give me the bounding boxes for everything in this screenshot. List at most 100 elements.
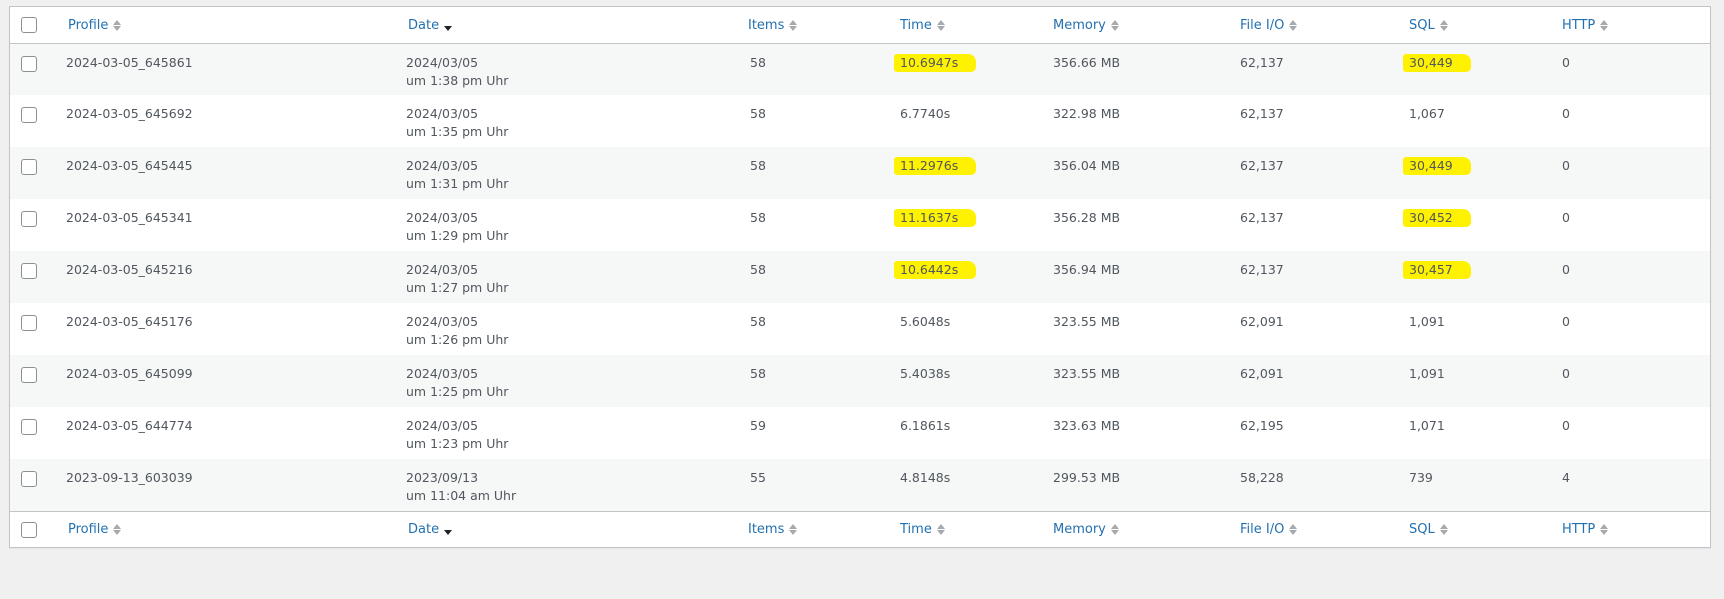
file-io-value: 62,137 [1240, 54, 1284, 70]
cell-profile: 2024-03-05_645099 [60, 355, 400, 407]
row-checkbox[interactable] [21, 55, 37, 72]
table-row: 2024-03-05_645099 2024/03/05 um 1:25 pm Uh… [10, 355, 1710, 407]
sort-http-link[interactable]: HTTP [1562, 522, 1609, 537]
http-value: 0 [1562, 158, 1570, 173]
cell-memory: 356.28 MB [1045, 199, 1232, 251]
sort-http-link[interactable]: HTTP [1562, 17, 1609, 33]
footer-column-file-io: File I/O [1232, 510, 1401, 547]
sort-profile-link[interactable]: Profile [68, 17, 122, 33]
column-label: SQL [1409, 17, 1435, 33]
profile-id: 2024-03-05_645692 [66, 106, 193, 121]
cell-time: 6.7740s [892, 95, 1045, 147]
row-checkbox[interactable] [21, 419, 37, 435]
items-value: 58 [750, 366, 766, 381]
row-checkbox[interactable] [21, 315, 37, 331]
column-label: Profile [68, 522, 109, 538]
column-label: Profile [68, 17, 109, 33]
column-label: File I/O [1240, 17, 1285, 33]
cell-sql: 1,091 [1401, 355, 1554, 407]
sort-profile-link[interactable]: Profile [68, 522, 122, 538]
profile-id: 2024-03-05_644774 [66, 418, 193, 433]
table-row: 2024-03-05_644774 2024/03/05 um 1:23 pm Uh… [10, 407, 1710, 459]
footer-column-memory: Memory [1045, 510, 1232, 547]
sort-arrows-icon [113, 524, 122, 536]
sort-sql-link[interactable]: SQL [1409, 18, 1448, 33]
sort-date-link[interactable]: Date [408, 18, 453, 33]
sort-file-io-link[interactable]: File I/O [1240, 522, 1298, 537]
cell-date: 2024/03/05 um 1:27 pm Uhr [400, 251, 740, 303]
memory-value: 356.94 MB [1053, 262, 1121, 277]
sort-items-link[interactable]: Items [748, 522, 798, 537]
file-io-value: 62,137 [1240, 158, 1284, 173]
items-value: 58 [750, 314, 766, 329]
time-of-day-value: um 1:23 pm Uhr [406, 436, 509, 451]
sort-time-link[interactable]: Time [900, 18, 945, 33]
profile-id: 2024-03-05_645861 [66, 54, 193, 70]
column-profile: Profile [60, 7, 400, 44]
sort-memory-link[interactable]: Memory [1053, 522, 1119, 537]
cell-file-io: 62,137 [1232, 95, 1401, 147]
row-checkbox[interactable] [21, 471, 37, 487]
time-value: 11.1637s [894, 209, 977, 227]
cell-file-io: 62,137 [1232, 251, 1401, 303]
cell-sql: 30,449 [1401, 147, 1554, 199]
sort-file-io-link[interactable]: File I/O [1240, 17, 1298, 33]
row-checkbox[interactable] [21, 367, 37, 383]
sql-value: 1,091 [1409, 314, 1445, 329]
select-all-checkbox[interactable] [21, 17, 37, 33]
column-http: HTTP [1554, 7, 1710, 44]
cell-http: 0 [1554, 407, 1710, 459]
footer-column-profile: Profile [60, 510, 400, 547]
sort-arrows-icon [1289, 19, 1298, 31]
sort-items-link[interactable]: Items [748, 18, 798, 33]
cell-http: 0 [1554, 199, 1710, 251]
footer-column-items: Items [740, 510, 892, 547]
cell-sql: 30,457 [1401, 251, 1554, 303]
row-checkbox[interactable] [21, 211, 37, 227]
column-label: HTTP [1562, 17, 1596, 33]
sort-arrows-icon [113, 19, 122, 31]
row-checkbox[interactable] [21, 159, 37, 175]
cell-memory: 299.53 MB [1045, 459, 1232, 511]
table-row: 2023-09-13_603039 2023/09/13 um 11:04 am U… [10, 459, 1710, 511]
column-label: SQL [1409, 522, 1435, 538]
sql-value: 30,449 [1403, 157, 1471, 175]
column-date: Date [400, 7, 740, 44]
column-items: Items [740, 7, 892, 44]
profile-id: 2024-03-05_645176 [66, 314, 193, 329]
cell-date: 2024/03/05 um 1:29 pm Uhr [400, 199, 740, 251]
profile-id: 2024-03-05_645099 [66, 366, 193, 381]
column-sql: SQL [1401, 7, 1554, 44]
row-checkbox[interactable] [21, 263, 37, 279]
memory-value: 356.66 MB [1053, 54, 1121, 70]
sort-date-link[interactable]: Date [408, 522, 453, 537]
cell-memory: 323.55 MB [1045, 303, 1232, 355]
cell-file-io: 58,228 [1232, 459, 1401, 511]
footer-column-http: HTTP [1554, 510, 1710, 547]
sort-memory-link[interactable]: Memory [1053, 18, 1119, 33]
sort-sql-link[interactable]: SQL [1409, 522, 1448, 537]
time-of-day-value: um 11:04 am Uhr [406, 488, 517, 503]
cell-date: 2024/03/05 um 1:25 pm Uhr [400, 355, 740, 407]
sql-value: 1,091 [1409, 366, 1445, 381]
row-select-cell [10, 147, 60, 199]
time-of-day-value: um 1:31 pm Uhr [406, 176, 509, 191]
sort-arrows-icon [1600, 524, 1609, 536]
sort-arrows-icon [936, 524, 945, 536]
table-footer: Profile Date Items Time Memory File I/O … [10, 510, 1710, 547]
time-value: 6.7740s [900, 106, 951, 121]
sort-time-link[interactable]: Time [900, 522, 945, 537]
time-of-day-value: um 1:25 pm Uhr [406, 384, 509, 399]
row-checkbox[interactable] [21, 107, 37, 123]
row-select-cell [10, 251, 60, 303]
column-label: Memory [1053, 522, 1106, 538]
memory-value: 323.63 MB [1053, 418, 1121, 433]
memory-value: 356.28 MB [1053, 210, 1121, 225]
cell-http: 0 [1554, 355, 1710, 407]
date-value: 2024/03/05 [406, 210, 479, 225]
table-body: 2024-03-05_645861 2024/03/05 um 1:38 pm Uh… [10, 43, 1710, 511]
items-value: 58 [750, 54, 766, 70]
table-header: Profile Date Items Time Memory File I/O … [10, 7, 1710, 44]
select-all-footer-checkbox[interactable] [21, 521, 37, 538]
cell-date: 2024/03/05 um 1:23 pm Uhr [400, 407, 740, 459]
